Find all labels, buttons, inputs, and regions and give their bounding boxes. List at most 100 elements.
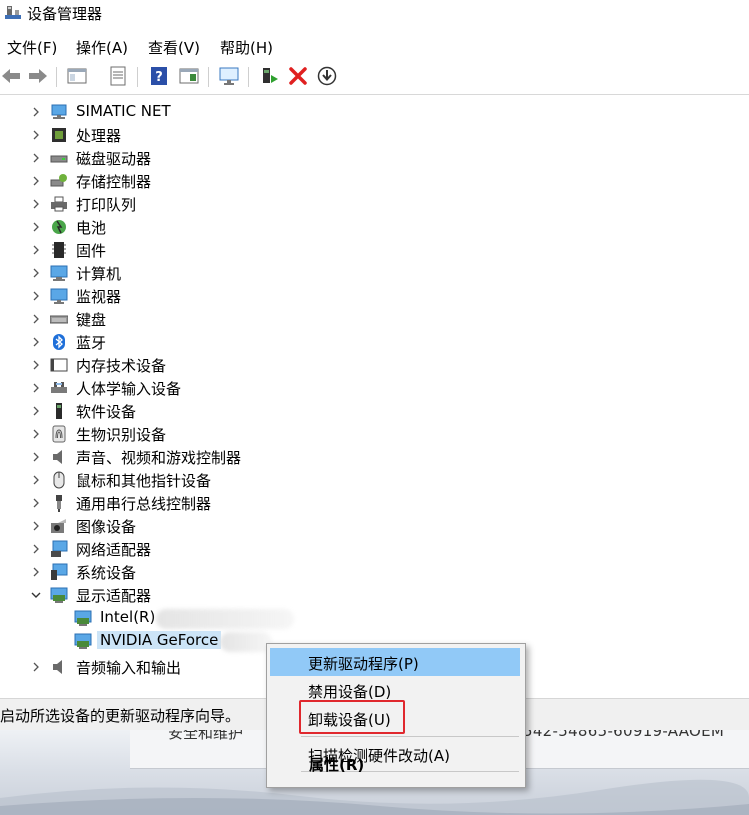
chevron-right-icon[interactable] xyxy=(30,543,42,555)
chevron-down-icon[interactable] xyxy=(30,589,42,601)
uninstall-device-icon[interactable] xyxy=(287,65,309,87)
tree-item-imaging-devices[interactable]: 图像设备 xyxy=(0,515,749,538)
tree-item-human-interface-devices[interactable]: 人体学输入设备 xyxy=(0,377,749,400)
properties-icon[interactable] xyxy=(107,65,129,87)
display-adapter-icon xyxy=(74,633,92,649)
storage-controller-icon xyxy=(50,174,67,187)
memory-device-icon xyxy=(50,358,68,372)
chevron-right-icon[interactable] xyxy=(30,129,42,141)
chevron-right-icon[interactable] xyxy=(30,152,42,164)
tree-item-display-adapters[interactable]: 显示适配器 xyxy=(0,584,749,607)
redacted-blur xyxy=(156,609,294,629)
tree-item-label: 显示适配器 xyxy=(76,587,152,605)
tree-item-system-devices[interactable]: 系统设备 xyxy=(0,561,749,584)
chevron-right-icon[interactable] xyxy=(30,497,42,509)
computer-icon xyxy=(50,265,68,281)
menu-item-disable-device[interactable]: 禁用设备(D) xyxy=(270,676,520,704)
chevron-right-icon[interactable] xyxy=(30,382,42,394)
tree-item-label: SIMATIC NET xyxy=(76,102,171,120)
menu-bar: 文件(F) 操作(A) 查看(V) 帮助(H) xyxy=(0,33,749,59)
speaker-icon xyxy=(53,450,62,464)
chevron-right-icon[interactable] xyxy=(30,290,42,302)
device-tree: SIMATIC NET 处理器 磁盘驱动器 存储控制器 打印队列 电池 固件 计… xyxy=(0,98,749,698)
printer-icon xyxy=(51,196,67,212)
menu-item-properties-label[interactable]: 属性(R) xyxy=(309,754,364,775)
chevron-right-icon[interactable] xyxy=(30,474,42,486)
chevron-right-icon[interactable] xyxy=(30,566,42,578)
tree-item-biometric-devices[interactable]: 生物识别设备 xyxy=(0,423,749,446)
tree-item-memory-technology-devices[interactable]: 内存技术设备 xyxy=(0,354,749,377)
chevron-right-icon[interactable] xyxy=(30,106,42,118)
show-hide-console-tree-icon[interactable] xyxy=(66,65,88,87)
chevron-right-icon[interactable] xyxy=(30,520,42,532)
show-action-pane-icon[interactable] xyxy=(178,65,200,87)
menu-item-scan-hardware[interactable]: 扫描检测硬件改动(A) xyxy=(270,740,520,768)
toolbar-separator xyxy=(248,67,249,87)
tree-item-label: 图像设备 xyxy=(76,518,137,536)
menu-view[interactable]: 查看(V) xyxy=(146,36,202,59)
menu-item-label: 更新驱动程序(P) xyxy=(308,655,419,673)
menu-item-uninstall-device[interactable]: 卸载设备(U) xyxy=(270,704,520,732)
chevron-right-icon[interactable] xyxy=(30,267,42,279)
chevron-right-icon[interactable] xyxy=(30,451,42,463)
forward-arrow-icon[interactable] xyxy=(27,65,49,87)
tree-item-print-queues[interactable]: 打印队列 xyxy=(0,193,749,216)
chevron-right-icon[interactable] xyxy=(30,336,42,348)
tree-item-computer[interactable]: 计算机 xyxy=(0,262,749,285)
help-icon[interactable]: ? xyxy=(148,65,170,87)
tree-item-network-adapters[interactable]: 网络适配器 xyxy=(0,538,749,561)
tree-item-bluetooth[interactable]: 蓝牙 xyxy=(0,331,749,354)
chevron-right-icon[interactable] xyxy=(30,661,42,673)
tree-item-processor[interactable]: 处理器 xyxy=(0,124,749,147)
tree-item-label: 键盘 xyxy=(76,311,107,329)
chevron-right-icon[interactable] xyxy=(30,313,42,325)
tree-item-usb-controllers[interactable]: 通用串行总线控制器 xyxy=(0,492,749,515)
hid-icon xyxy=(51,382,67,393)
chevron-right-icon[interactable] xyxy=(30,221,42,233)
chevron-right-icon[interactable] xyxy=(30,198,42,210)
menu-file[interactable]: 文件(F) xyxy=(5,36,59,59)
chevron-right-icon[interactable] xyxy=(30,428,42,440)
tree-item-disk-drives[interactable]: 磁盘驱动器 xyxy=(0,147,749,170)
tree-item-label: 软件设备 xyxy=(76,403,137,421)
tree-item-sound-video-game-controllers[interactable]: 声音、视频和游戏控制器 xyxy=(0,446,749,469)
window-title: 设备管理器 xyxy=(27,5,103,23)
tree-item-label: 系统设备 xyxy=(76,564,137,582)
menu-action[interactable]: 操作(A) xyxy=(74,36,130,59)
back-arrow-icon[interactable] xyxy=(0,65,22,87)
tree-item-firmware[interactable]: 固件 xyxy=(0,239,749,262)
keyboard-icon xyxy=(50,315,68,324)
menu-help[interactable]: 帮助(H) xyxy=(218,36,275,59)
scan-hardware-icon[interactable] xyxy=(218,65,240,87)
camera-icon xyxy=(51,519,66,533)
chevron-right-icon[interactable] xyxy=(30,244,42,256)
network-adapter-icon xyxy=(51,540,68,557)
tree-item-intel-gpu[interactable]: Intel(R) xyxy=(0,607,749,630)
display-adapter-icon xyxy=(50,587,68,603)
tree-item-label: 存储控制器 xyxy=(76,173,152,191)
chevron-right-icon[interactable] xyxy=(30,359,42,371)
download-icon[interactable] xyxy=(316,65,338,87)
status-text: 启动所选设备的更新驱动程序向导。 xyxy=(0,707,241,725)
menu-item-update-driver[interactable]: 更新驱动程序(P) xyxy=(270,648,520,676)
tree-item-monitors[interactable]: 监视器 xyxy=(0,285,749,308)
menu-item-properties[interactable] xyxy=(270,775,520,785)
tree-item-label: 音频输入和输出 xyxy=(76,659,182,677)
tree-item-label: 蓝牙 xyxy=(76,334,107,352)
update-driver-icon[interactable] xyxy=(258,65,280,87)
tree-item-batteries[interactable]: 电池 xyxy=(0,216,749,239)
menu-item-label: 卸载设备(U) xyxy=(308,711,391,729)
tree-item-storage-controllers[interactable]: 存储控制器 xyxy=(0,170,749,193)
tree-item-label: 电池 xyxy=(76,219,107,237)
tree-item-software-devices[interactable]: 软件设备 xyxy=(0,400,749,423)
tree-item-mice[interactable]: 鼠标和其他指针设备 xyxy=(0,469,749,492)
tree-item-label: 固件 xyxy=(76,242,107,260)
chevron-right-icon[interactable] xyxy=(30,175,42,187)
tree-item-label: 生物识别设备 xyxy=(76,426,167,444)
tree-item-keyboards[interactable]: 键盘 xyxy=(0,308,749,331)
menu-item-label: 禁用设备(D) xyxy=(308,683,392,701)
tree-item-simatic-net[interactable]: SIMATIC NET xyxy=(0,101,749,124)
tree-item-label: 监视器 xyxy=(76,288,122,306)
chevron-right-icon[interactable] xyxy=(30,405,42,417)
tree-item-label: 鼠标和其他指针设备 xyxy=(76,472,212,490)
